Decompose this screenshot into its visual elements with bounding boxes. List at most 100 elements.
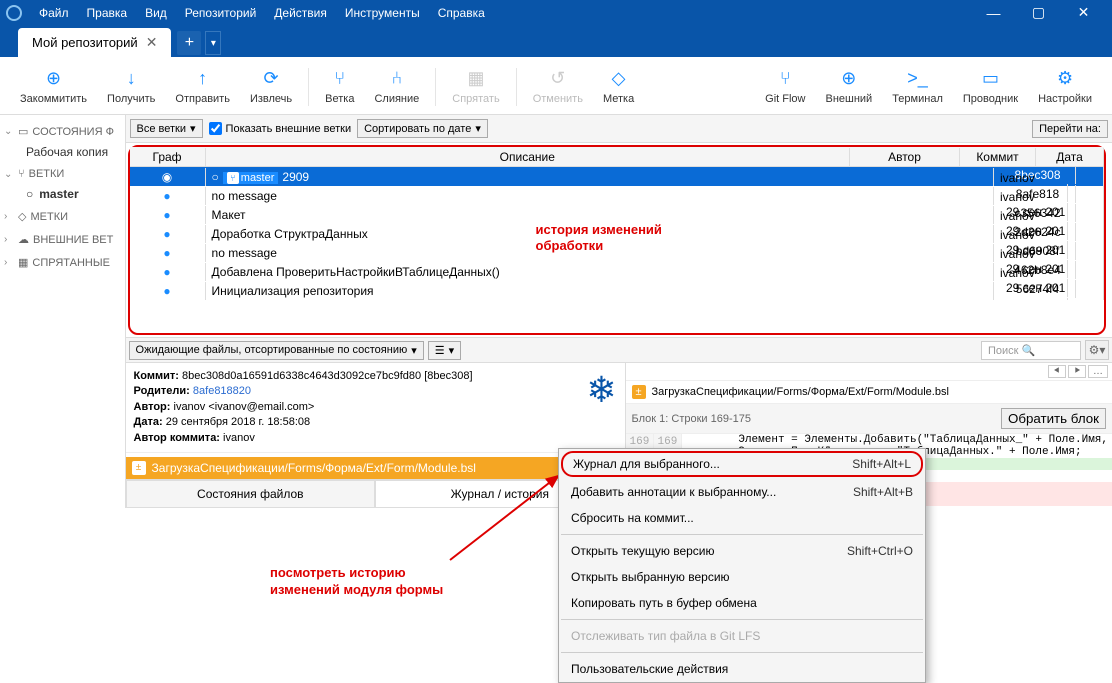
tool-Внешний[interactable]: ⊕Внешний	[815, 67, 882, 107]
tool-Настройки[interactable]: ⚙Настройки	[1028, 67, 1102, 107]
Спрятать-icon: ▦	[466, 69, 486, 89]
commit-info: Коммит: 8bec308d0a16591d6338c4643d3092ce…	[126, 363, 625, 453]
menu-Репозиторий[interactable]: Репозиторий	[176, 6, 266, 20]
diff-hunk-header: Блок 1: Строки 169-175 Обратить блок	[626, 404, 1112, 434]
add-tab-button[interactable]: +	[177, 31, 201, 55]
tool-Отправить[interactable]: ↑Отправить	[165, 67, 240, 107]
ctx-Открыть текущую версию[interactable]: Открыть текущую версиюShift+Ctrl+O	[559, 538, 925, 564]
subtab-file-status[interactable]: Состояния файлов	[126, 480, 376, 508]
context-menu: Журнал для выбранного...Shift+Alt+LДобав…	[558, 448, 926, 683]
diff-menu-button[interactable]: …	[1088, 365, 1108, 378]
sidebar-group-СОСТОЯНИЯ Ф[interactable]: ⌄▭СОСТОЯНИЯ Ф	[2, 121, 123, 142]
app-icon	[6, 5, 22, 21]
snowflake-icon: ❄	[586, 369, 616, 411]
sidebar-item-master[interactable]: ○master	[2, 184, 123, 204]
tool-Терминал[interactable]: >_Терминал	[882, 67, 953, 107]
menu-Файл[interactable]: Файл	[30, 6, 78, 20]
Проводник-icon: ▭	[980, 69, 1000, 89]
tab-title: Мой репозиторий	[32, 35, 138, 50]
sidebar-item-Рабочая копия[interactable]: Рабочая копия	[2, 142, 123, 162]
history-row[interactable]: ◉○⑂master2909ivanov 8bec30829 сен 201	[130, 167, 1104, 186]
col-date[interactable]: Дата	[1036, 148, 1104, 166]
minimize-button[interactable]: —	[971, 0, 1016, 25]
tool-Извлечь[interactable]: ⟳Извлечь	[240, 67, 302, 107]
titlebar: ФайлПравкаВидРепозиторийДействияИнструме…	[0, 0, 1112, 25]
branches-filter[interactable]: Все ветки ▾	[130, 119, 203, 138]
Слияние-icon: ⑃	[387, 69, 407, 89]
Настройки-icon: ⚙	[1055, 69, 1075, 89]
file-toolbar: Ожидающие файлы, отсортированные по сост…	[126, 337, 1112, 363]
tool-Ветка[interactable]: ⑂Ветка	[315, 67, 364, 107]
ctx-Сбросить на коммит...[interactable]: Сбросить на коммит...	[559, 505, 925, 531]
sidebar-group-ВНЕШНИЕ ВЕТ[interactable]: ›☁ВНЕШНИЕ ВЕТ	[2, 229, 123, 250]
Терминал-icon: >_	[908, 69, 928, 89]
tool-Получить[interactable]: ↓Получить	[97, 67, 165, 107]
history-panel: Граф Описание Автор Коммит Дата ◉○⑂maste…	[128, 145, 1106, 335]
tool-Метка[interactable]: ◇Метка	[593, 67, 644, 107]
diff-next-button[interactable]: ⯈	[1068, 365, 1086, 378]
toolbar: ⊕Закоммитить↓Получить↑Отправить⟳Извлечь ⑂…	[0, 57, 1112, 115]
tab-menu-button[interactable]: ▾	[205, 31, 221, 55]
history-header: Граф Описание Автор Коммит Дата	[130, 147, 1104, 167]
settings-gear-button[interactable]: ⚙▾	[1085, 340, 1109, 360]
col-commit[interactable]: Коммит	[960, 148, 1036, 166]
window-controls: — ▢ ✕	[971, 0, 1106, 25]
tabstrip: Мой репозиторий ✕ + ▾	[0, 25, 1112, 57]
col-description[interactable]: Описание	[206, 148, 850, 166]
history-row[interactable]: ●Инициализация репозиторияivanov 56274f4…	[130, 281, 1104, 300]
Метка-icon: ◇	[609, 69, 629, 89]
diff-file-header: ± ЗагрузкаСпецификации/Forms/Форма/Ext/F…	[626, 381, 1112, 404]
diff-nav: ⯇ ⯈ …	[626, 363, 1112, 381]
tool-Закоммитить[interactable]: ⊕Закоммитить	[10, 67, 97, 107]
Git Flow-icon: ⑂	[775, 69, 795, 89]
file-modified-icon: ±	[132, 461, 146, 475]
ctx-Добавить аннотации к выбранному...[interactable]: Добавить аннотации к выбранному...Shift+…	[559, 479, 925, 505]
Отправить-icon: ↑	[193, 69, 213, 89]
menu-Вид[interactable]: Вид	[136, 6, 176, 20]
tool-Отменить: ↺Отменить	[523, 67, 593, 107]
ctx-Открыть выбранную версию[interactable]: Открыть выбранную версию	[559, 564, 925, 590]
arrow-annotation	[440, 470, 570, 570]
history-row[interactable]: ●Добавлена ПроверитьНастройкиВТаблицеДан…	[130, 262, 1104, 281]
tool-Слияние[interactable]: ⑃Слияние	[364, 67, 429, 107]
file-modified-icon: ±	[632, 385, 646, 399]
view-mode-select[interactable]: ☰ ▾	[428, 341, 461, 360]
repo-tab[interactable]: Мой репозиторий ✕	[18, 28, 171, 57]
tool-Проводник[interactable]: ▭Проводник	[953, 67, 1028, 107]
menu-Справка[interactable]: Справка	[429, 6, 494, 20]
history-row[interactable]: ●no messageivanov 8afe81829 сен 201	[130, 186, 1104, 205]
ctx-Копировать путь в буфер обмена[interactable]: Копировать путь в буфер обмена	[559, 590, 925, 616]
history-annotation: история изменений обработки	[536, 222, 662, 255]
Извлечь-icon: ⟳	[261, 69, 281, 89]
Закоммитить-icon: ⊕	[44, 69, 64, 89]
diff-prev-button[interactable]: ⯇	[1048, 365, 1066, 378]
parent-link[interactable]: 8afe818820	[193, 385, 251, 397]
filter-bar: Все ветки ▾ Показать внешние ветки Сорти…	[126, 115, 1112, 143]
sidebar-group-МЕТКИ[interactable]: ›◇МЕТКИ	[2, 206, 123, 227]
tab-close-icon[interactable]: ✕	[146, 34, 158, 51]
sidebar-group-ВЕТКИ[interactable]: ⌄⑂ВЕТКИ	[2, 164, 123, 184]
close-button[interactable]: ✕	[1061, 0, 1106, 25]
ctx-Отслеживать тип файла в Git LFS: Отслеживать тип файла в Git LFS	[559, 623, 925, 649]
search-input[interactable]: Поиск 🔍	[981, 341, 1081, 360]
Внешний-icon: ⊕	[839, 69, 859, 89]
sidebar-group-СПРЯТАННЫЕ[interactable]: ›▦СПРЯТАННЫЕ	[2, 252, 123, 273]
footer-annotation: посмотреть историю изменений модуля форм…	[270, 565, 443, 599]
ctx-Журнал для выбранного...[interactable]: Журнал для выбранного...Shift+Alt+L	[561, 451, 923, 477]
show-remote-checkbox[interactable]: Показать внешние ветки	[209, 122, 352, 135]
tool-Спрятать: ▦Спрятать	[442, 67, 509, 107]
menu-Правка[interactable]: Правка	[78, 6, 137, 20]
col-author[interactable]: Автор	[850, 148, 960, 166]
col-graph[interactable]: Граф	[130, 148, 206, 166]
menu-Инструменты[interactable]: Инструменты	[336, 6, 429, 20]
Получить-icon: ↓	[121, 69, 141, 89]
ctx-Пользовательские действия[interactable]: Пользовательские действия	[559, 656, 925, 682]
menu-Действия[interactable]: Действия	[265, 6, 336, 20]
maximize-button[interactable]: ▢	[1016, 0, 1061, 25]
Ветка-icon: ⑂	[330, 69, 350, 89]
pending-files-select[interactable]: Ожидающие файлы, отсортированные по сост…	[129, 341, 424, 360]
goto-button[interactable]: Перейти на:	[1032, 120, 1108, 138]
revert-hunk-button[interactable]: Обратить блок	[1001, 408, 1106, 429]
sort-filter[interactable]: Сортировать по дате ▾	[357, 119, 488, 138]
tool-Git Flow[interactable]: ⑂Git Flow	[755, 67, 815, 107]
